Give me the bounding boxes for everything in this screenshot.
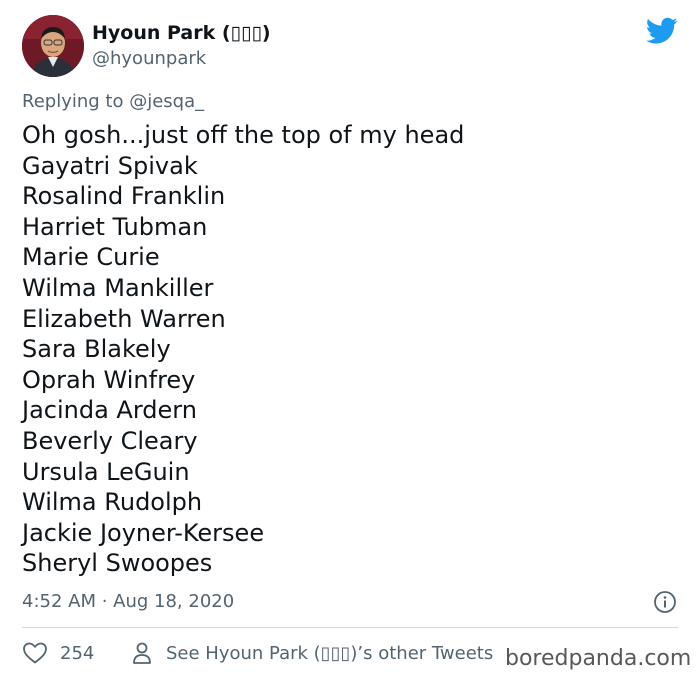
- tweet-line: Beverly Cleary: [22, 426, 198, 455]
- replying-to: Replying to @jesqa_: [22, 91, 204, 112]
- twitter-bird-icon[interactable]: [646, 17, 678, 45]
- tweet-timestamp[interactable]: 4:52 AM · Aug 18, 2020: [22, 591, 234, 612]
- heart-icon[interactable]: [22, 641, 48, 665]
- tweet-line: Marie Curie: [22, 243, 160, 272]
- tweet-line: Sara Blakely: [22, 335, 171, 364]
- tweet-line: Harriet Tubman: [22, 212, 208, 241]
- reply-mention-link[interactable]: @jesqa_: [129, 91, 204, 112]
- author-handle[interactable]: @hyounpark: [92, 48, 206, 69]
- info-icon[interactable]: [653, 590, 677, 614]
- tweet-line: Jackie Joyner-Kersee: [22, 518, 265, 547]
- tweet-line: Gayatri Spivak: [22, 151, 198, 180]
- tweet-line: Rosalind Franklin: [22, 182, 226, 211]
- boredpanda-watermark: boredpanda.com: [505, 646, 692, 671]
- tweet-text: Oh gosh...just off the top of my head Ga…: [22, 120, 464, 579]
- like-count[interactable]: 254: [60, 643, 94, 664]
- replying-to-prefix: Replying to: [22, 91, 130, 112]
- tweet-line: Sheryl Swoopes: [22, 549, 213, 578]
- tweet-card: Hyoun Park (▯▯▯) @hyounpark Replying to …: [0, 0, 700, 681]
- tweet-line: Wilma Rudolph: [22, 488, 203, 517]
- tweet-line: Wilma Mankiller: [22, 273, 214, 302]
- tweet-line: Elizabeth Warren: [22, 304, 226, 333]
- tweet-line: Oh gosh...just off the top of my head: [22, 121, 465, 149]
- avatar[interactable]: [22, 15, 84, 77]
- tweet-line: Ursula LeGuin: [22, 457, 190, 486]
- tweet-line: Oprah Winfrey: [22, 365, 196, 394]
- see-other-tweets-link[interactable]: See Hyoun Park (▯▯▯)’s other Tweets: [166, 643, 493, 664]
- author-display-name[interactable]: Hyoun Park (▯▯▯): [92, 22, 271, 44]
- divider: [22, 627, 678, 628]
- tweet-line: Jacinda Ardern: [22, 396, 197, 425]
- person-icon[interactable]: [132, 641, 152, 665]
